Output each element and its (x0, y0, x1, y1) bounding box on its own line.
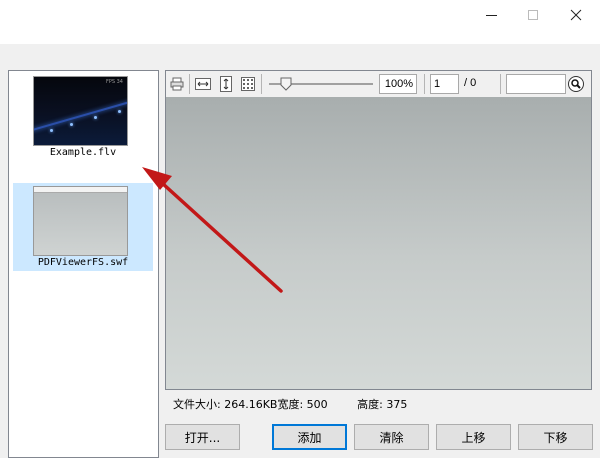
video-thumbnail: FPS 34 (33, 76, 128, 146)
fit-height-icon (220, 76, 232, 92)
minimize-button[interactable] (468, 0, 514, 30)
thumbnails-button[interactable] (239, 75, 257, 93)
file-size: 文件大小: 264.16KB (173, 398, 278, 411)
list-item-label: PDFViewerFS.swf (37, 257, 129, 268)
swf-thumbnail (33, 186, 128, 256)
list-item-example-flv[interactable]: FPS 34 Example.flv (13, 73, 153, 161)
move-up-button[interactable]: 上移 (436, 424, 511, 450)
page-total: / 0 (464, 77, 477, 89)
file-list[interactable]: FPS 34 Example.flv PDFViewerFS.swf (8, 70, 159, 458)
open-button[interactable]: 打开... (165, 424, 240, 450)
zoom-slider-thumb[interactable] (280, 77, 292, 91)
maximize-button[interactable] (510, 0, 556, 30)
close-button[interactable] (553, 0, 599, 30)
close-icon (570, 9, 582, 21)
search-input[interactable] (506, 74, 566, 94)
maximize-icon (528, 10, 538, 20)
search-icon (568, 76, 584, 92)
file-width: 宽度: 500 (277, 398, 328, 411)
remove-button[interactable]: 清除 (354, 424, 429, 450)
fit-width-icon (195, 78, 211, 90)
page-input[interactable]: 1 (430, 74, 459, 94)
move-down-button[interactable]: 下移 (518, 424, 593, 450)
search-button[interactable] (566, 74, 586, 94)
thumbnails-icon (241, 77, 255, 91)
title-bar (0, 0, 600, 44)
print-button[interactable] (168, 75, 186, 93)
zoom-input[interactable]: 100% (379, 74, 417, 94)
fit-width-button[interactable] (194, 75, 212, 93)
add-button[interactable]: 添加 (272, 424, 347, 450)
fit-height-button[interactable] (217, 75, 235, 93)
list-item-pdfviewerfs-swf[interactable]: PDFViewerFS.swf (13, 183, 153, 271)
print-icon (170, 77, 184, 91)
thumbnail-overlay-text: FPS 34 (105, 79, 123, 85)
file-height: 高度: 375 (357, 398, 408, 411)
zoom-slider[interactable] (269, 77, 373, 91)
document-view[interactable] (166, 97, 591, 389)
file-info: 文件大小: 264.16KB宽度: 500 高度: 375 (173, 396, 407, 412)
swf-viewer[interactable]: 100% 1 / 0 (165, 70, 592, 390)
minimize-icon (485, 14, 497, 16)
viewer-toolbar: 100% 1 / 0 (166, 71, 591, 97)
list-item-label: Example.flv (49, 147, 117, 158)
